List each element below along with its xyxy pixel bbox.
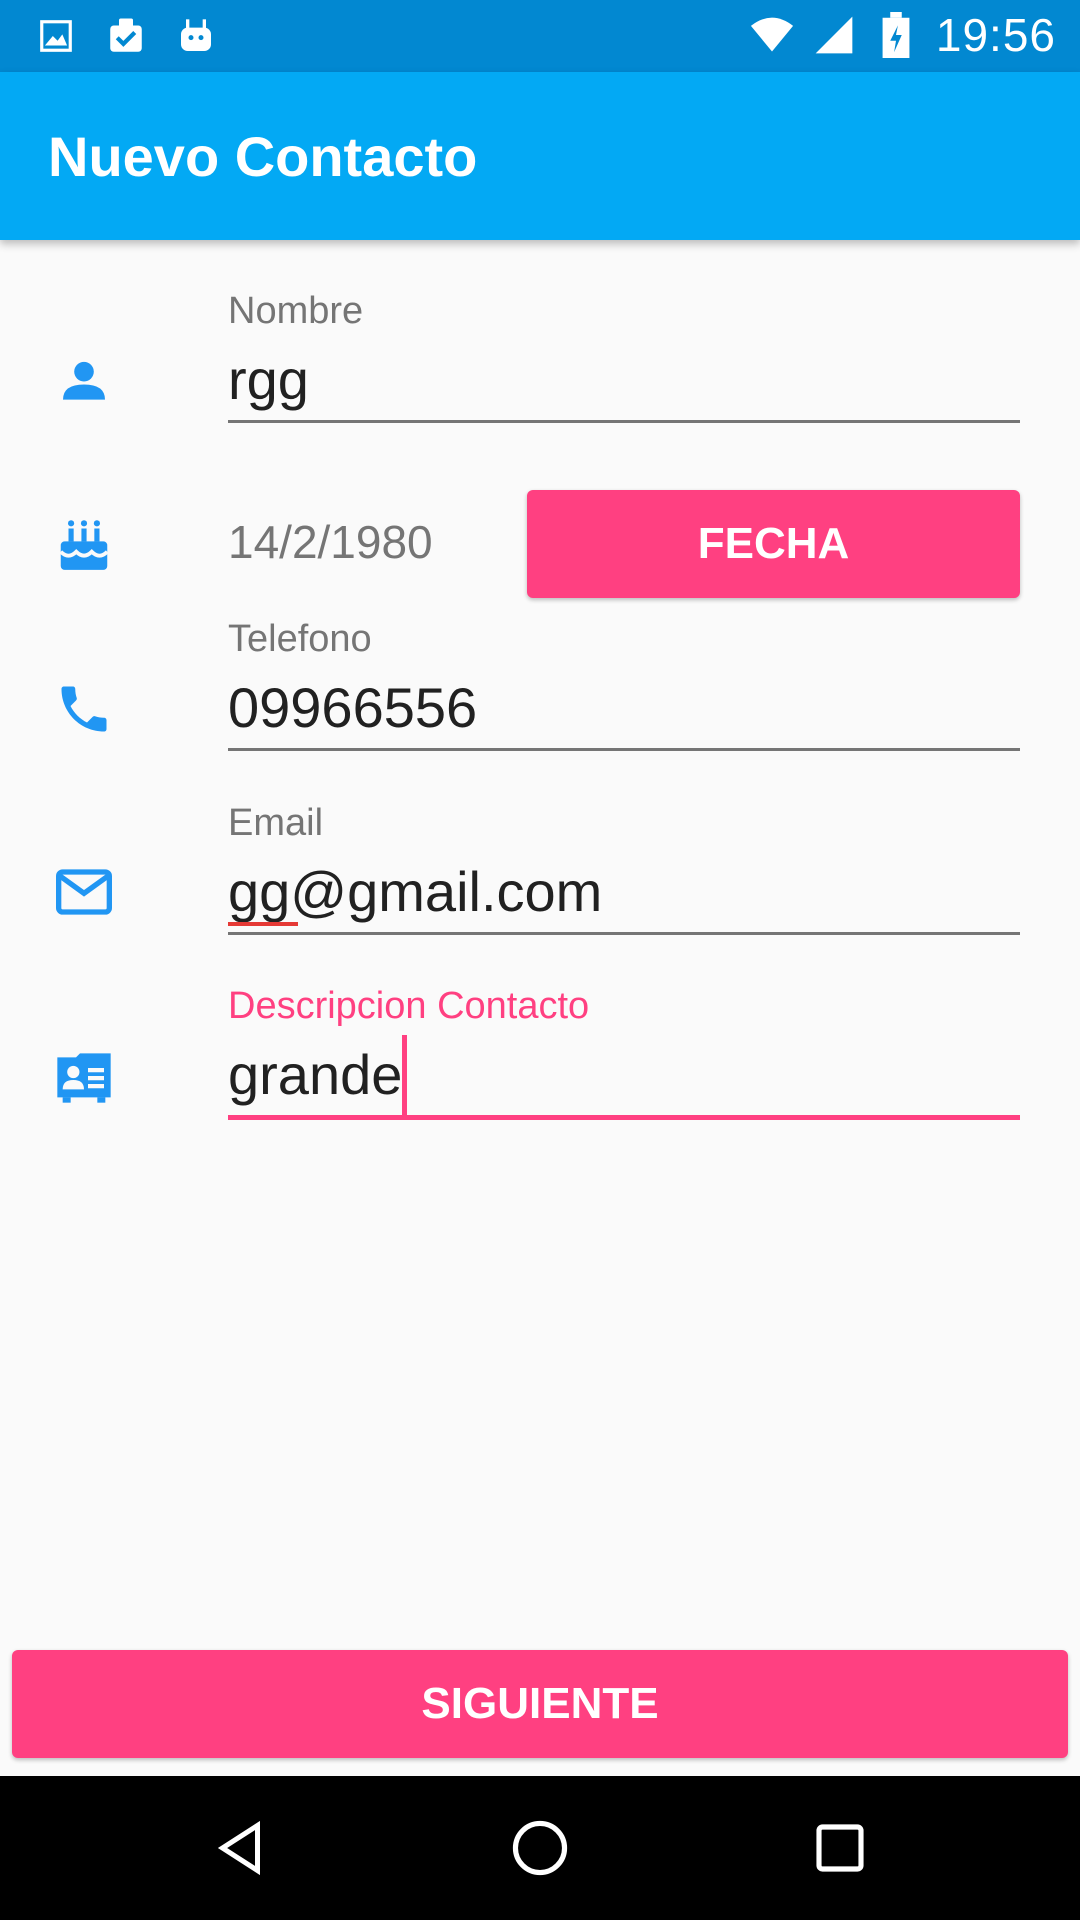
nombre-underline	[228, 420, 1020, 423]
telefono-field[interactable]: Telefono 09966556	[228, 618, 1020, 751]
wifi-icon	[750, 13, 794, 57]
battery-charging-icon	[874, 12, 918, 58]
descripcion-field[interactable]: Descripcion Contacto grande	[228, 985, 1020, 1120]
email-underline	[228, 932, 1020, 935]
descripcion-input-wrap[interactable]: grande	[228, 1035, 1020, 1115]
status-bar: 19:56	[0, 0, 1080, 72]
nombre-input[interactable]: rgg	[228, 340, 1020, 420]
spellcheck-underline	[228, 922, 298, 926]
email-field[interactable]: Email gg@gmail.com	[228, 802, 1020, 935]
nombre-label: Nombre	[228, 290, 364, 332]
descripcion-underline	[228, 1115, 1020, 1120]
fecha-button[interactable]: FECHA	[527, 490, 1020, 598]
fecha-value: 14/2/1980	[228, 516, 433, 568]
phone-icon	[48, 673, 120, 745]
back-icon[interactable]	[190, 1798, 290, 1898]
siguiente-button[interactable]: SIGUIENTE	[12, 1650, 1068, 1758]
text-cursor	[402, 1035, 408, 1115]
clipboard-check-icon	[104, 14, 148, 58]
android-icon	[174, 14, 218, 58]
telefono-underline	[228, 748, 1020, 751]
email-label: Email	[228, 802, 324, 844]
navigation-bar	[0, 1776, 1080, 1920]
descripcion-label: Descripcion Contacto	[228, 985, 590, 1027]
person-icon	[48, 345, 120, 417]
clock: 19:56	[935, 9, 1056, 61]
app-bar: Nuevo Contacto	[0, 72, 1080, 240]
image-icon	[34, 14, 78, 58]
telefono-label: Telefono	[228, 618, 372, 660]
nombre-field[interactable]: Nombre rgg	[228, 290, 1020, 423]
page-title: Nuevo Contacto	[48, 125, 478, 188]
email-input[interactable]: gg@gmail.com	[228, 860, 602, 923]
contact-card-icon	[48, 1040, 120, 1112]
notification-icons	[34, 14, 218, 58]
cake-icon	[48, 508, 120, 580]
signal-icon	[812, 13, 856, 57]
mail-icon	[48, 856, 120, 928]
telefono-input[interactable]: 09966556	[228, 668, 1020, 748]
system-indicators: 19:56	[750, 8, 1056, 62]
home-icon[interactable]	[490, 1798, 590, 1898]
email-input-wrap[interactable]: gg@gmail.com	[228, 852, 1020, 932]
descripcion-input[interactable]: grande	[228, 1043, 402, 1106]
recents-icon[interactable]	[790, 1798, 890, 1898]
